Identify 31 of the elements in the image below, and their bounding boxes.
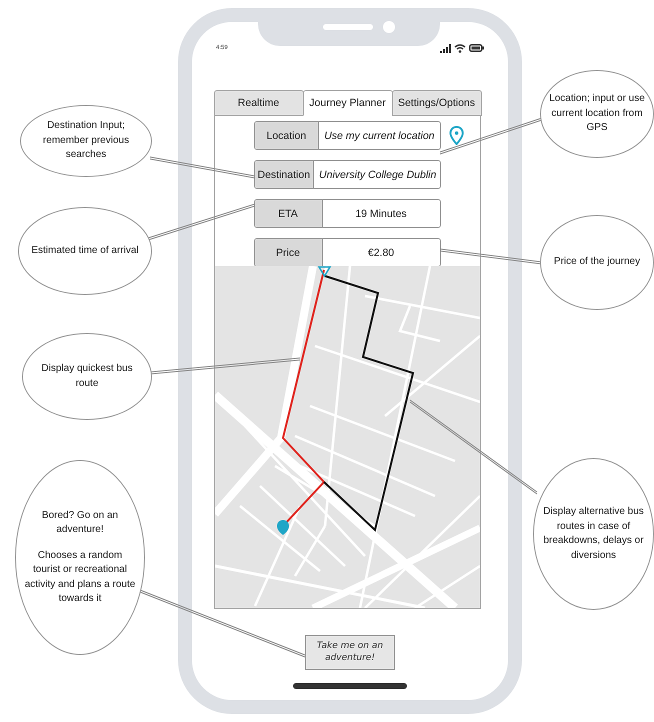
input-field[interactable]: Destination University College Dublin [254, 160, 440, 189]
tab[interactable]: Realtime [214, 90, 304, 116]
field-label: Destination [254, 161, 314, 188]
start-marker-icon [317, 266, 331, 278]
tab[interactable]: Journey Planner [302, 90, 392, 116]
field-label: ETA [254, 200, 322, 227]
destination-pin-icon [276, 520, 288, 535]
location-pin-icon [448, 126, 464, 145]
callout-text: Estimated time of arrival [31, 244, 139, 258]
signal-icon [440, 44, 451, 52]
callout-text: Display quickest bus route [40, 362, 134, 390]
tab[interactable]: Settings/Options [392, 90, 482, 116]
callout-text: Location; input or use current location from GPS [549, 92, 645, 136]
callout-text: Bored? Go on an adventure! [40, 508, 120, 537]
map-drawing[interactable] [214, 266, 480, 608]
field-label: Location [254, 122, 320, 149]
callout-text: Display alternative bus routes in case of breakdowns, delays or diversions [542, 505, 645, 562]
speaker-icon [323, 24, 373, 30]
wifi-icon [454, 44, 466, 52]
field-value: University College Dublin [318, 168, 438, 182]
callout-text: Destination Input; remember previous searches [42, 119, 130, 162]
callout-text: Price of the journey [554, 255, 640, 270]
field-label: Price [254, 239, 322, 266]
battery-icon [469, 44, 484, 52]
input-field[interactable]: Location Use my current location [254, 121, 440, 150]
callout-text: Chooses a random tourist or recreational activity and plans a route towards it [24, 548, 136, 606]
field-value: Use my current location [323, 128, 436, 144]
adventure-button[interactable]: Take me on an adventure! [305, 635, 395, 670]
field-value: 19 Minutes [354, 206, 408, 222]
camera-icon [383, 21, 395, 33]
field-value: €2.80 [366, 246, 396, 260]
